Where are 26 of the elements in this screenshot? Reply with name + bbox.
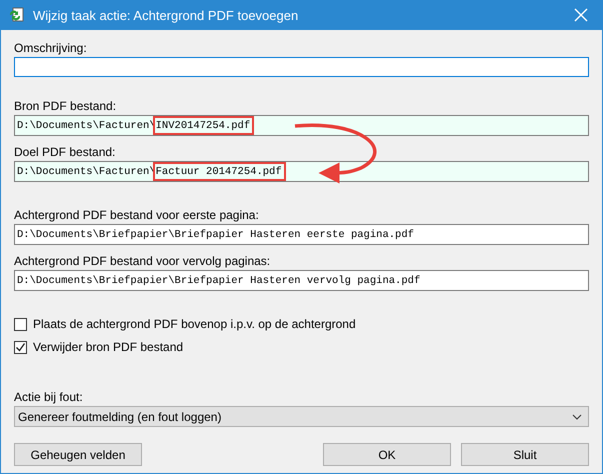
window-title: Wijzig taak actie: Achtergrond PDF toevoegen xyxy=(33,8,300,22)
description-field[interactable] xyxy=(14,57,589,77)
error-action-dropdown[interactable]: Genereer foutmelding (en fout loggen) xyxy=(14,406,589,427)
file-path-field[interactable]: D:\Documents\Briefpapier\Briefpapier Hasteren vervolg pagina.pdf xyxy=(14,270,589,291)
checkbox[interactable] xyxy=(14,318,27,330)
field-label: Achtergrond PDF bestand voor eerste pagina: xyxy=(14,208,260,222)
checkbox[interactable] xyxy=(14,340,27,354)
field-label: Doel PDF bestand: xyxy=(14,145,116,159)
close-icon xyxy=(574,8,588,22)
field-label: Bron PDF bestand: xyxy=(14,99,118,113)
field-label: Omschrijving: xyxy=(14,41,88,55)
file-path-field[interactable]: D:\Documents\Facturen\Factuur 20147254.pdf xyxy=(14,161,589,182)
field-label: Actie bij fout: xyxy=(14,390,84,404)
field-label: Achtergrond PDF bestand voor vervolg paginas: xyxy=(14,254,272,268)
checkbox-label: Plaats de achtergrond PDF bovenop i.p.v. op de achtergrond xyxy=(33,317,356,331)
chevron-down-icon xyxy=(572,414,582,420)
document-sync-icon xyxy=(9,7,25,23)
file-path-field[interactable]: D:\Documents\Briefpapier\Briefpapier Hasteren eerste pagina.pdf xyxy=(14,224,589,245)
action-button[interactable]: OK xyxy=(323,443,451,466)
checkbox-label: Verwijder bron PDF bestand xyxy=(33,340,184,354)
action-button[interactable]: Sluit xyxy=(461,443,589,466)
highlight-box: INV20147254.pdf xyxy=(152,116,254,135)
file-path-field[interactable]: D:\Documents\Facturen\INV20147254.pdf xyxy=(14,115,589,136)
highlight-box: Factuur 20147254.pdf xyxy=(152,162,286,181)
dropdown-value: Genereer foutmelding (en fout loggen) xyxy=(18,410,222,424)
action-button[interactable]: Geheugen velden xyxy=(14,443,142,466)
